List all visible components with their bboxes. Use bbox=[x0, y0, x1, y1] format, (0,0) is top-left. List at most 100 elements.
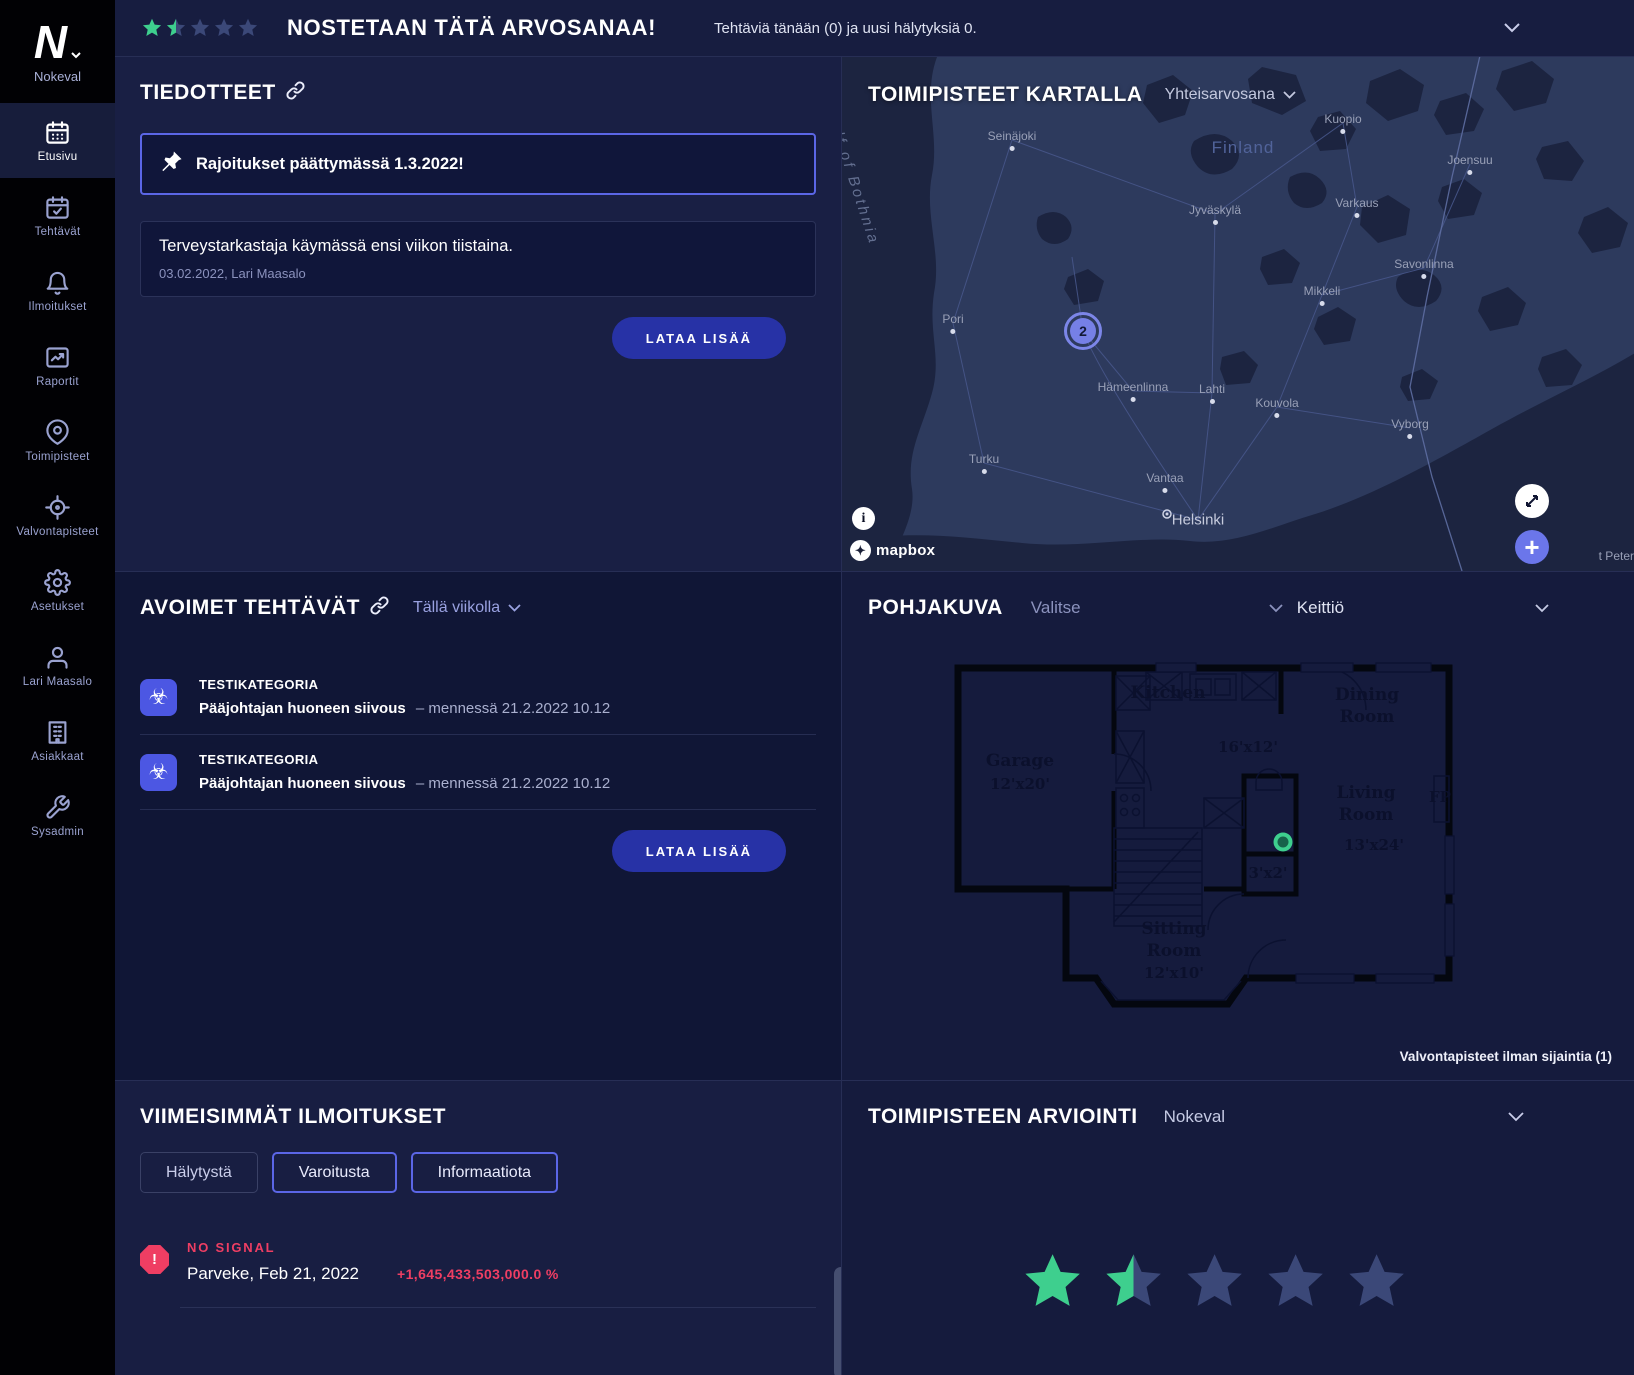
org-switcher[interactable]: N Nokeval bbox=[0, 0, 115, 103]
map-city-label: Pori bbox=[942, 312, 963, 334]
map-city-label: Jyväskylä bbox=[1189, 203, 1241, 225]
map-fullscreen-button[interactable] bbox=[1515, 484, 1549, 518]
map-city-label: Lahti bbox=[1199, 382, 1225, 404]
evaluation-title: TOIMIPISTEEN ARVIOINTI bbox=[868, 1105, 1138, 1129]
nokeval-logo: N bbox=[34, 19, 81, 65]
load-more-announcements-button[interactable]: LATAA LISÄÄ bbox=[612, 317, 786, 359]
biohazard-icon: ☣ bbox=[140, 679, 177, 716]
app-root: N Nokeval Etusivu Tehtävät Ilmoitukset Rapo… bbox=[0, 0, 1634, 1375]
sidebar-item-asetukset[interactable]: Asetukset bbox=[0, 553, 115, 628]
open-tasks-panel: AVOIMET TEHTÄVÄT Tällä viikolla ☣ TESTIKA… bbox=[115, 571, 841, 1080]
notification-value: +1,645,433,503,000.0 % bbox=[397, 1266, 559, 1282]
evaluation-site-dropdown[interactable]: Nokeval bbox=[1164, 1107, 1225, 1127]
sidebar-item-toimipisteet[interactable]: Toimipisteet bbox=[0, 403, 115, 478]
sidebar-item-lari-maasalo[interactable]: Lari Maasalo bbox=[0, 628, 115, 703]
sidebar-item-label: Asiakkaat bbox=[31, 751, 84, 763]
filter-button-varoitusta[interactable]: Varoitusta bbox=[272, 1152, 397, 1193]
task-title: Pääjohtajan huoneen siivous bbox=[199, 700, 406, 717]
floorplan-room-label: 13'x24' bbox=[1344, 836, 1404, 854]
floorplan-room-label: 12'x20' bbox=[990, 775, 1050, 793]
chevron-down-icon bbox=[1535, 604, 1549, 613]
mapbox-logo: ✦ mapbox bbox=[850, 540, 935, 561]
task-due: – mennessä 21.2.2022 10.12 bbox=[412, 700, 611, 717]
chevron-down-icon[interactable] bbox=[1508, 1112, 1524, 1122]
header-subtitle: Tehtäviä tänään (0) ja uusi hälytyksiä 0… bbox=[714, 20, 977, 37]
map-attribution-info-button[interactable]: i bbox=[852, 507, 875, 530]
sidebar-item-label: Lari Maasalo bbox=[23, 676, 92, 688]
sidebar-item-label: Toimipisteet bbox=[25, 451, 89, 463]
sidebar-item-etusivu[interactable]: Etusivu bbox=[0, 103, 115, 178]
star-icon bbox=[1182, 1249, 1248, 1315]
task-list: ☣ TESTIKATEGORIA Pääjohtajan huoneen siivo… bbox=[140, 660, 816, 810]
floorplan-drawing: Kitchen16'x12'DiningRoomGarage12'x20'Liv… bbox=[946, 636, 1461, 1029]
task-item[interactable]: ☣TESTIKATEGORIAPääjohtajan huoneen siivo… bbox=[140, 660, 816, 735]
sidebar-item-label: Valvontapisteet bbox=[16, 526, 98, 538]
filter-button-hälytystä[interactable]: Hälytystä bbox=[140, 1152, 258, 1193]
load-more-tasks-button[interactable]: LATAA LISÄÄ bbox=[612, 830, 786, 872]
star-icon bbox=[141, 17, 163, 39]
notifications-panel: VIIMEISIMMÄT ILMOITUKSET Hälytystä Varoit… bbox=[115, 1080, 841, 1375]
sidebar-item-label: Raportit bbox=[36, 376, 79, 388]
header-collapse-chevron-icon[interactable] bbox=[1504, 23, 1520, 33]
pinned-text: Rajoitukset päättymässä 1.3.2022! bbox=[196, 155, 464, 174]
map-city-label: Kuopio bbox=[1324, 112, 1361, 134]
notification-filters: Hälytystä Varoitusta Informaatiota bbox=[140, 1152, 816, 1193]
mapbox-icon: ✦ bbox=[850, 540, 871, 561]
tasks-title: AVOIMET TEHTÄVÄT bbox=[140, 596, 360, 620]
map-city-label: Seinäjoki bbox=[988, 129, 1037, 151]
building-icon bbox=[44, 719, 71, 746]
filter-button-informaatiota[interactable]: Informaatiota bbox=[411, 1152, 558, 1193]
map-city-label: Joensuu bbox=[1447, 153, 1492, 175]
map-corner-label: t Peters bbox=[1599, 549, 1634, 563]
sidebar-nav: Etusivu Tehtävät Ilmoitukset Raportit Toimip… bbox=[0, 103, 115, 853]
chevron-down-icon bbox=[1283, 91, 1296, 99]
link-icon[interactable] bbox=[370, 596, 389, 620]
notifications-title: VIIMEISIMMÄT ILMOITUKSET bbox=[140, 1105, 446, 1129]
map-city-label: Varkaus bbox=[1335, 196, 1378, 218]
sidebar-item-label: Asetukset bbox=[31, 601, 84, 613]
map-rating-dropdown[interactable]: Yhteisarvosana bbox=[1165, 86, 1296, 104]
map-cluster-marker[interactable]: 2 bbox=[1064, 312, 1102, 350]
announcements-title: TIEDOTTEET bbox=[140, 81, 276, 105]
sidebar-item-label: Etusivu bbox=[38, 151, 78, 163]
floorplan-room-label: Garage bbox=[986, 751, 1054, 771]
floorplan-room-label: Room bbox=[1147, 941, 1202, 961]
sidebar-item-teht-v-t[interactable]: Tehtävät bbox=[0, 178, 115, 253]
pinned-announcement[interactable]: Rajoitukset päättymässä 1.3.2022! bbox=[140, 133, 816, 195]
sidebar-item-ilmoitukset[interactable]: Ilmoitukset bbox=[0, 253, 115, 328]
notifications-scrollbar[interactable] bbox=[834, 1267, 841, 1375]
star-icon bbox=[1344, 1249, 1410, 1315]
notification-item[interactable]: !NO SIGNALParveke, Feb 21, 2022+1,645,43… bbox=[140, 1240, 816, 1308]
map-panel[interactable]: TOIMIPISTEET KARTALLA Yhteisarvosana Sei… bbox=[841, 57, 1634, 571]
task-category: TESTIKATEGORIA bbox=[199, 752, 610, 767]
map-city-label: Helsinki bbox=[1172, 512, 1225, 529]
star-icon bbox=[1263, 1249, 1329, 1315]
tasks-week-filter-dropdown[interactable]: Tällä viikolla bbox=[413, 599, 521, 617]
floorplan-room-label: Room bbox=[1339, 805, 1394, 825]
map-city-label: Savonlinna bbox=[1394, 257, 1453, 279]
map-city-label: Hämeenlinna bbox=[1098, 380, 1169, 402]
floorplan-sensor-dot[interactable] bbox=[1274, 833, 1293, 852]
star-icon bbox=[189, 17, 211, 39]
sidebar-item-asiakkaat[interactable]: Asiakkaat bbox=[0, 703, 115, 778]
sidebar-item-sysadmin[interactable]: Sysadmin bbox=[0, 778, 115, 853]
floorplan-room-label: 3'x2' bbox=[1248, 864, 1287, 882]
map-city-label: Mikkeli bbox=[1304, 284, 1341, 306]
task-item[interactable]: ☣TESTIKATEGORIAPääjohtajan huoneen siivo… bbox=[140, 735, 816, 810]
map-city-label: Vyborg bbox=[1391, 417, 1429, 439]
sidebar-item-label: Sysadmin bbox=[31, 826, 84, 838]
evaluation-rating-stars[interactable] bbox=[1020, 1249, 1410, 1315]
floorplan-room-dropdown[interactable]: Keittiö bbox=[1297, 598, 1549, 618]
map-zoom-in-button[interactable]: + bbox=[1515, 530, 1549, 564]
sidebar-item-raportit[interactable]: Raportit bbox=[0, 328, 115, 403]
floorplan-select-dropdown[interactable]: Valitse bbox=[1031, 598, 1283, 618]
sidebar-item-valvontapisteet[interactable]: Valvontapisteet bbox=[0, 478, 115, 553]
map-pin-icon bbox=[44, 419, 71, 446]
site-evaluation-panel: TOIMIPISTEEN ARVIOINTI Nokeval bbox=[841, 1080, 1634, 1375]
announcements-panel: TIEDOTTEET Rajoitukset päättymässä 1.3.2… bbox=[115, 57, 841, 571]
announcement-item[interactable]: Terveystarkastaja käymässä ensi viikon t… bbox=[140, 221, 816, 297]
sidebar-item-label: Tehtävät bbox=[35, 226, 81, 238]
link-icon[interactable] bbox=[286, 81, 305, 105]
notification-type: NO SIGNAL bbox=[187, 1240, 559, 1255]
floorplan-room-label: Dining bbox=[1335, 685, 1399, 705]
